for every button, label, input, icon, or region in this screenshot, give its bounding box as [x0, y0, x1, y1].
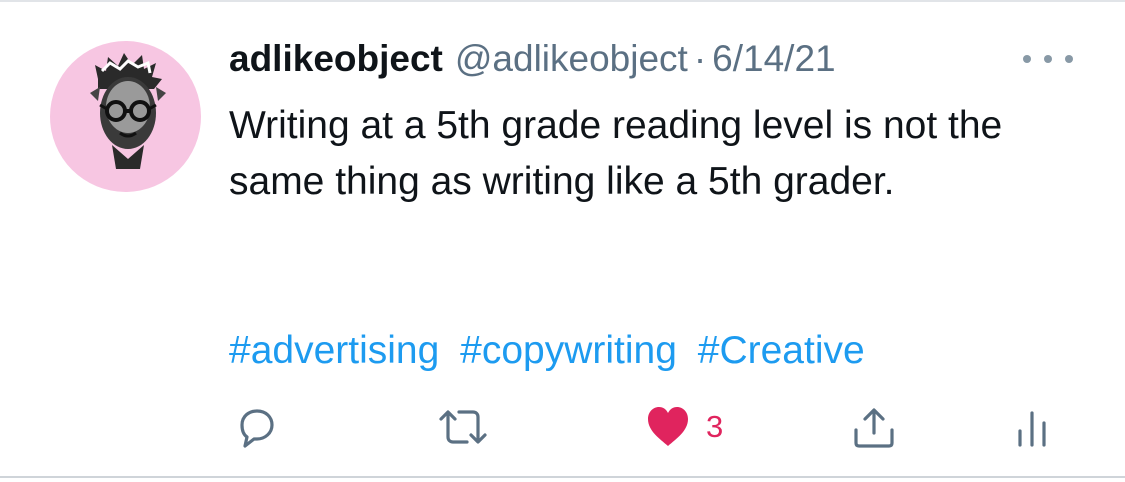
more-dot-icon [1023, 55, 1031, 63]
retweet-icon [439, 410, 487, 444]
tweet-date[interactable]: 6/14/21 [712, 38, 835, 80]
hashtag-link[interactable]: #Creative [698, 329, 865, 372]
hashtag-link[interactable]: #copywriting [460, 329, 677, 372]
more-dot-icon [1044, 55, 1052, 63]
heart-filled-icon [648, 407, 688, 446]
avatar[interactable] [50, 41, 201, 192]
avatar-portrait-icon [90, 53, 166, 169]
more-dot-icon [1065, 55, 1073, 63]
display-name[interactable]: adlikeobject [229, 38, 443, 80]
more-options-button[interactable] [1023, 44, 1073, 74]
tweet-actions-bar: 3 [0, 397, 1125, 457]
analytics-button[interactable] [1012, 397, 1052, 457]
share-upload-icon [854, 408, 894, 448]
tweet-text: Writing at a 5th grade reading level is … [229, 104, 1003, 203]
like-button[interactable]: 3 [644, 397, 723, 457]
share-button[interactable] [850, 397, 898, 457]
hashtag-link[interactable]: #advertising [229, 329, 439, 372]
tweet-card[interactable]: adlikeobject @adlikeobject · 6/14/21 Wri… [0, 0, 1125, 478]
retweet-button[interactable] [435, 397, 491, 457]
hashtag-list: #advertising #copywriting #Creative [229, 323, 1089, 379]
reply-bubble-icon [240, 409, 274, 448]
reply-button[interactable] [232, 397, 278, 457]
separator-dot: · [693, 38, 707, 79]
user-handle[interactable]: @adlikeobject [455, 38, 688, 80]
tweet-header: adlikeobject @adlikeobject · 6/14/21 [229, 38, 1089, 88]
analytics-bars-icon [1018, 411, 1046, 447]
like-count: 3 [706, 409, 724, 444]
